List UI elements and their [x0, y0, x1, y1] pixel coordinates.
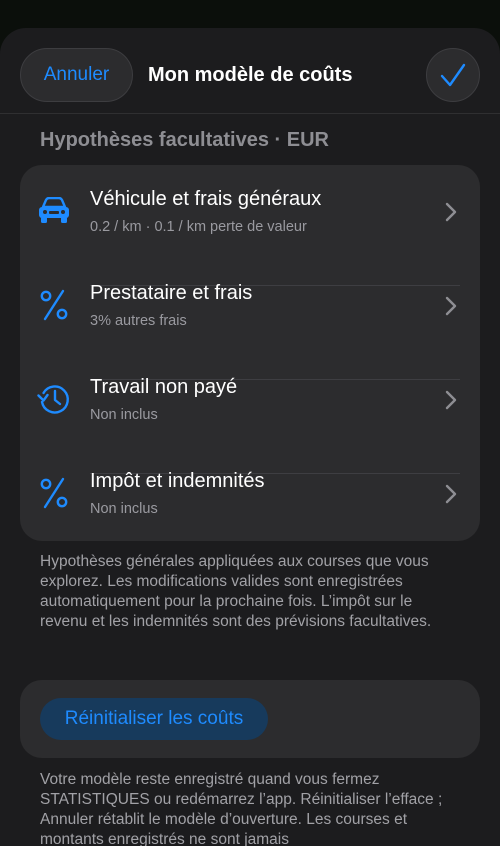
row-subtitle: Non inclus	[90, 501, 158, 517]
page-title: Mon modèle de coûts	[148, 64, 353, 86]
percent-icon	[36, 475, 72, 511]
chevron-right-icon	[445, 296, 457, 316]
history-clock-icon	[36, 381, 72, 417]
list-item-tax[interactable]: Impôt et indemnités Non inclus	[20, 447, 480, 541]
checkmark-icon	[440, 63, 466, 87]
row-title: Prestataire et frais	[90, 282, 253, 304]
sheet-header: Annuler Mon modèle de coûts	[0, 28, 500, 114]
row-title: Travail non payé	[90, 376, 238, 398]
section-header: Hypothèses facultatives · EUR	[40, 129, 329, 151]
assumptions-list: Véhicule et frais généraux 0.2 / km · 0.…	[20, 165, 480, 541]
chevron-right-icon	[445, 390, 457, 410]
assumptions-footnote: Hypothèses générales appliquées aux cour…	[40, 553, 432, 630]
car-icon	[36, 193, 72, 229]
reset-costs-button[interactable]: Réinitialiser les coûts	[40, 698, 268, 740]
cancel-button[interactable]: Annuler	[20, 48, 133, 102]
confirm-button[interactable]	[426, 48, 480, 102]
row-subtitle: 0.2 / km · 0.1 / km perte de valeur	[90, 219, 307, 235]
chevron-right-icon	[445, 484, 457, 504]
reset-section: Réinitialiser les coûts	[20, 680, 480, 758]
list-item-provider[interactable]: Prestataire et frais 3% autres frais	[20, 259, 480, 353]
chevron-right-icon	[445, 202, 457, 222]
cost-model-sheet: Annuler Mon modèle de coûts Hypothèses f…	[0, 28, 500, 846]
row-title: Véhicule et frais généraux	[90, 188, 322, 210]
reset-footnote: Votre modèle reste enregistré quand vous…	[40, 771, 443, 846]
percent-icon	[36, 287, 72, 323]
row-subtitle: Non inclus	[90, 407, 158, 423]
row-subtitle: 3% autres frais	[90, 313, 187, 329]
row-title: Impôt et indemnités	[90, 470, 265, 492]
list-item-unpaid-work[interactable]: Travail non payé Non inclus	[20, 353, 480, 447]
list-item-vehicle[interactable]: Véhicule et frais généraux 0.2 / km · 0.…	[20, 165, 480, 259]
